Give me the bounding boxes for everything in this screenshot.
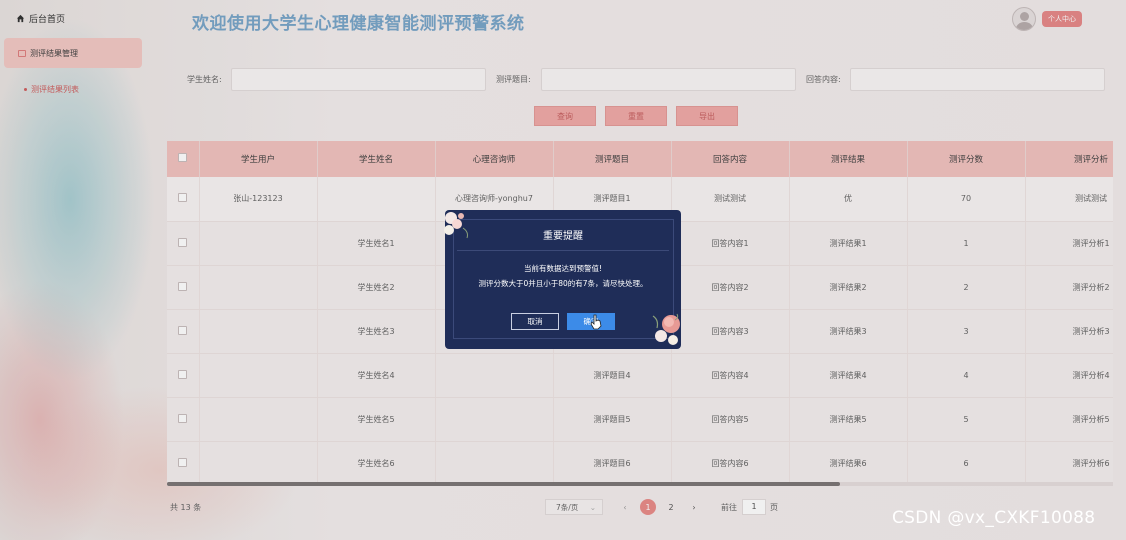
dialog-message: 当前有数据达到预警值! [523,264,602,273]
watermark: CSDN @vx_CXKF10088 [892,508,1096,528]
hand-cursor-icon [590,314,602,330]
dialog-divider [457,250,669,251]
dialog-title: 重要提醒 [543,231,583,242]
cancel-button[interactable]: 取消 [511,313,559,330]
warning-dialog: 重要提醒 当前有数据达到预警值! 测评分数大于0并且小于80的有7条，请尽快处理… [444,210,681,349]
dialog-message-detail: 测评分数大于0并且小于80的有7条，请尽快处理。 [478,279,648,288]
flower-decoration-icon [652,313,680,345]
